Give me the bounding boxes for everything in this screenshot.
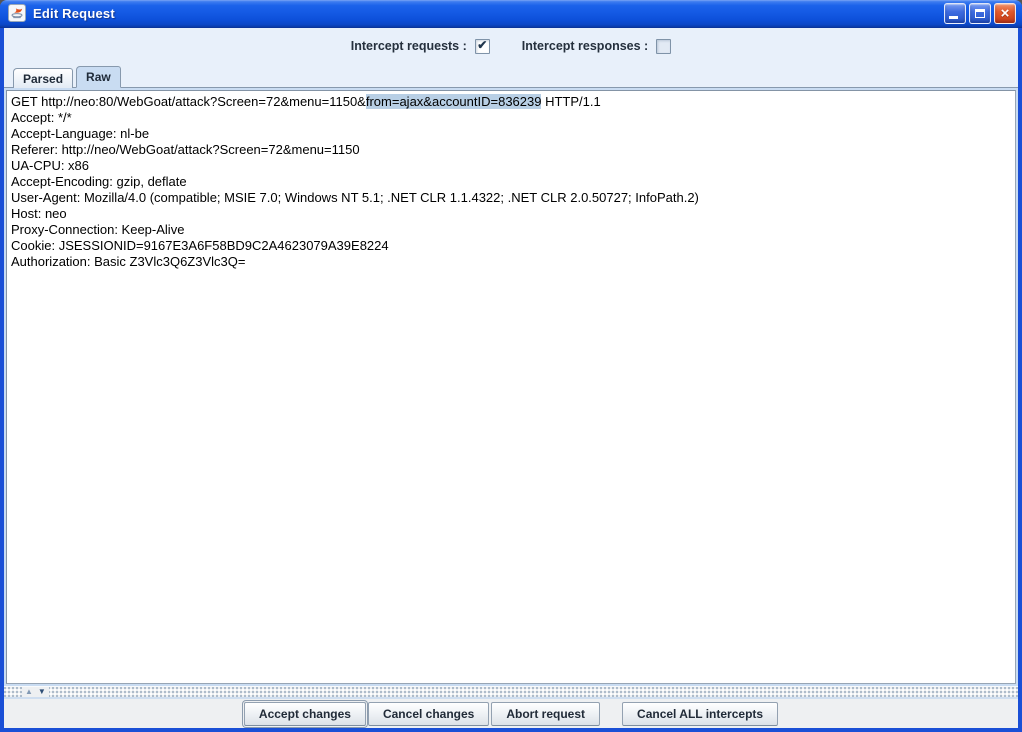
maximize-icon bbox=[975, 9, 985, 18]
header-line: Accept: */* bbox=[11, 110, 1011, 126]
header-line: Accept-Language: nl-be bbox=[11, 126, 1011, 142]
header-line: User-Agent: Mozilla/4.0 (compatible; MSI… bbox=[11, 190, 1011, 206]
tab-raw[interactable]: Raw bbox=[76, 66, 121, 88]
cancel-changes-button[interactable]: Cancel changes bbox=[368, 702, 489, 726]
window-title: Edit Request bbox=[33, 6, 944, 21]
split-pane-divider[interactable]: ▲ ▼ bbox=[4, 686, 1018, 699]
maximize-button[interactable] bbox=[969, 3, 991, 24]
selected-text: from=ajax&accountID=836239 bbox=[366, 94, 542, 109]
header-line: Host: neo bbox=[11, 206, 1011, 222]
checkmark-icon: ✔ bbox=[477, 39, 487, 51]
java-app-icon bbox=[8, 4, 26, 22]
accept-changes-button[interactable]: Accept changes bbox=[244, 702, 366, 726]
header-line: Referer: http://neo/WebGoat/attack?Scree… bbox=[11, 142, 1011, 158]
java-coffee-cup-icon bbox=[10, 6, 24, 20]
edit-request-window: Edit Request × Intercept requests : ✔ In… bbox=[0, 0, 1022, 732]
window-controls: × bbox=[944, 3, 1016, 24]
split-expand-down-icon[interactable]: ▼ bbox=[38, 688, 46, 696]
request-line-suffix: HTTP/1.1 bbox=[541, 94, 600, 109]
minimize-button[interactable] bbox=[944, 3, 966, 24]
split-expand-controls: ▲ ▼ bbox=[22, 687, 49, 697]
request-line-prefix: GET http://neo:80/WebGoat/attack?Screen=… bbox=[11, 94, 366, 109]
intercept-responses-checkbox[interactable] bbox=[656, 39, 671, 54]
abort-request-button[interactable]: Abort request bbox=[491, 702, 600, 726]
header-line: Authorization: Basic Z3Vlc3Q6Z3Vlc3Q= bbox=[11, 254, 1011, 270]
action-button-bar: Accept changes Cancel changes Abort requ… bbox=[4, 699, 1018, 728]
header-line: Accept-Encoding: gzip, deflate bbox=[11, 174, 1011, 190]
intercept-requests-label: Intercept requests : bbox=[351, 39, 467, 53]
header-line: UA-CPU: x86 bbox=[11, 158, 1011, 174]
tab-bar: Parsed Raw bbox=[4, 64, 1018, 87]
intercept-responses-label: Intercept responses : bbox=[522, 39, 648, 53]
raw-request-textarea[interactable]: GET http://neo:80/WebGoat/attack?Screen=… bbox=[6, 90, 1016, 684]
intercept-requests-checkbox[interactable]: ✔ bbox=[475, 39, 490, 54]
request-line: GET http://neo:80/WebGoat/attack?Screen=… bbox=[11, 94, 1011, 110]
minimize-icon bbox=[949, 16, 958, 19]
close-icon: × bbox=[1001, 6, 1010, 21]
raw-tab-panel: GET http://neo:80/WebGoat/attack?Screen=… bbox=[4, 87, 1018, 686]
titlebar: Edit Request × bbox=[0, 0, 1022, 28]
cancel-all-intercepts-button[interactable]: Cancel ALL intercepts bbox=[622, 702, 778, 726]
dialog-content: Intercept requests : ✔ Intercept respons… bbox=[4, 28, 1018, 728]
tab-parsed[interactable]: Parsed bbox=[13, 68, 73, 88]
close-button[interactable]: × bbox=[994, 3, 1016, 24]
header-line: Proxy-Connection: Keep-Alive bbox=[11, 222, 1011, 238]
intercept-toolbar: Intercept requests : ✔ Intercept respons… bbox=[4, 28, 1018, 64]
split-expand-up-icon[interactable]: ▲ bbox=[25, 688, 33, 696]
header-line: Cookie: JSESSIONID=9167E3A6F58BD9C2A4623… bbox=[11, 238, 1011, 254]
